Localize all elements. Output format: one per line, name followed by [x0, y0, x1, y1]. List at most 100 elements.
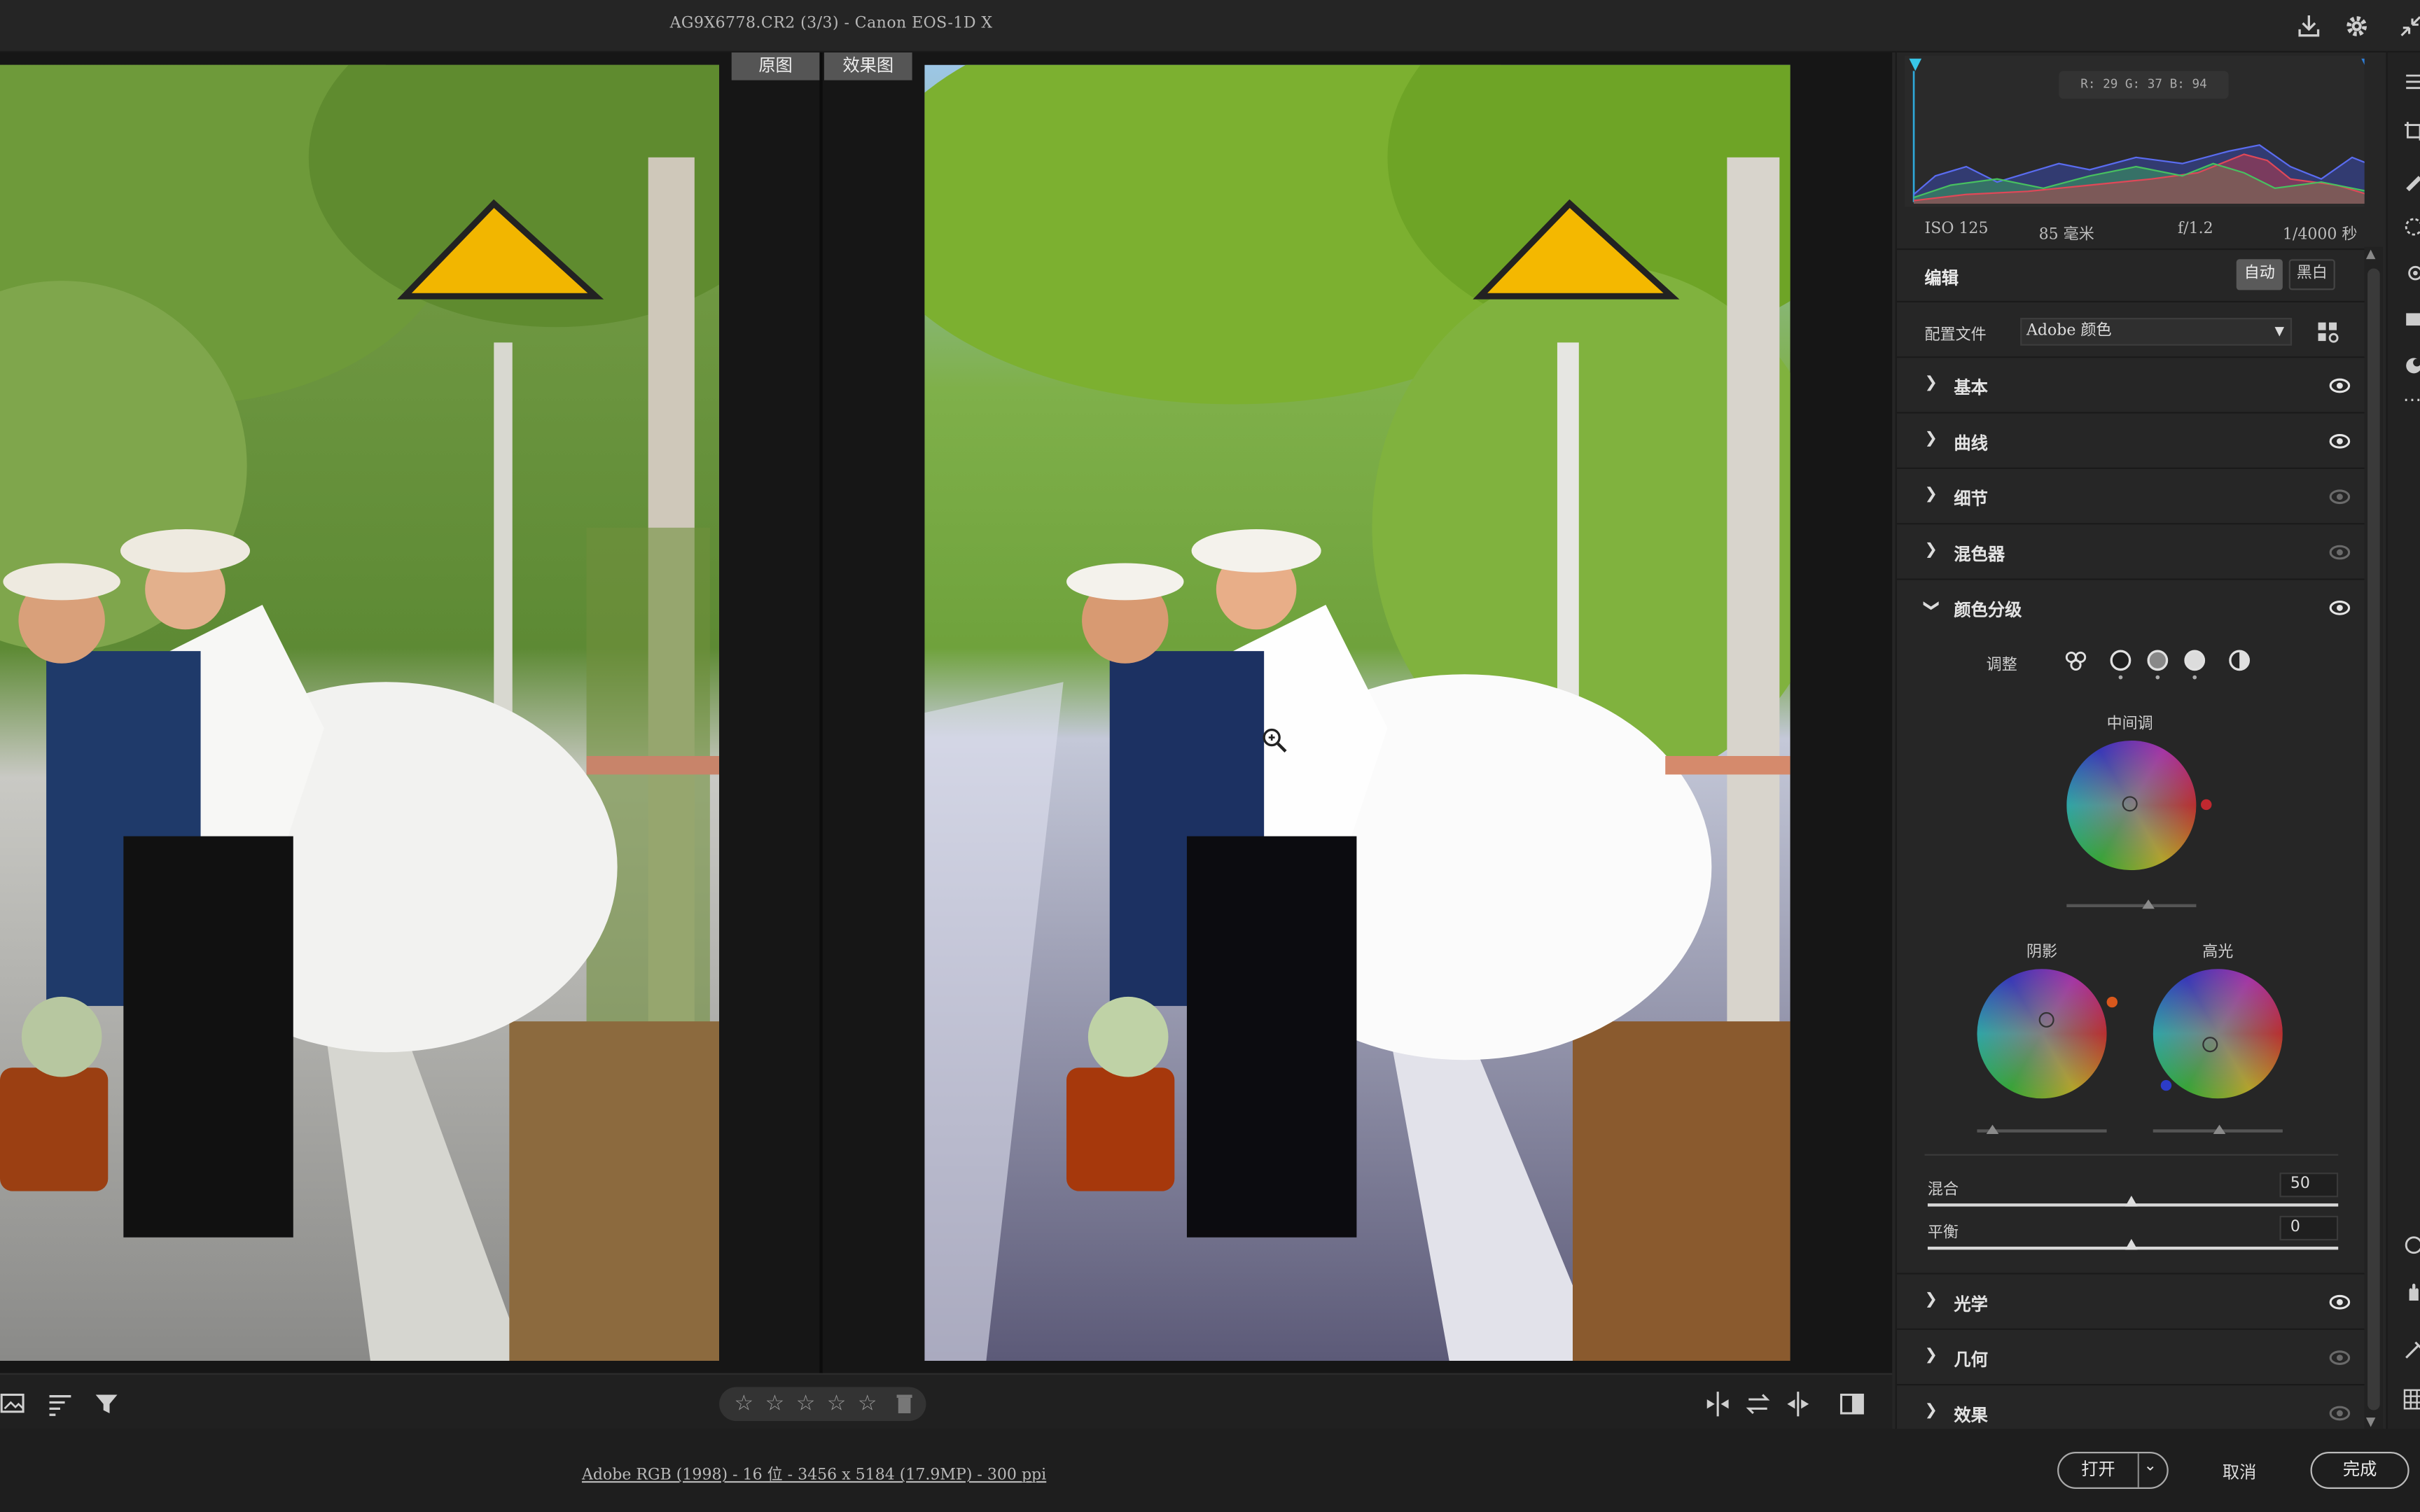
scroll-up-icon[interactable]: ▲	[2366, 247, 2376, 261]
shutter-value: 1/4000 秒	[2282, 227, 2358, 244]
shadows-mode-icon[interactable]	[2108, 650, 2133, 680]
three-way-icon[interactable]	[2064, 650, 2088, 680]
shadows-luminance-thumb[interactable]	[1986, 1124, 1999, 1135]
eye-icon[interactable]	[2329, 1348, 2351, 1366]
presets-icon[interactable]	[2403, 355, 2420, 377]
profile-select[interactable]: Adobe 颜色 ▼	[2020, 318, 2293, 346]
section-curve-label: 曲线	[1954, 433, 1988, 454]
eye-icon[interactable]	[2329, 598, 2351, 617]
shadows-color-wheel[interactable]	[1977, 969, 2107, 1099]
collapse-icon[interactable]	[2395, 10, 2420, 41]
grid-icon[interactable]	[2403, 1389, 2420, 1410]
section-geometry[interactable]: ❯ 几何	[1896, 1329, 2365, 1386]
scroll-down-icon[interactable]: ▼	[2366, 1415, 2376, 1429]
midtones-color-wheel[interactable]	[2066, 740, 2197, 871]
rating-star-4[interactable]: ☆	[824, 1392, 849, 1416]
shadows-hue-handle[interactable]	[2106, 996, 2118, 1008]
zoom-icon[interactable]	[2403, 1234, 2420, 1256]
crop-icon[interactable]	[2403, 120, 2420, 142]
rating-star-2[interactable]: ☆	[763, 1392, 787, 1416]
red-eye-icon[interactable]	[2403, 262, 2420, 284]
eye-icon[interactable]	[2329, 543, 2351, 561]
workflow-options-link[interactable]: Adobe RGB (1998) - 16 位 - 3456 x 5184 (1…	[582, 1461, 1046, 1484]
trash-icon[interactable]	[892, 1392, 917, 1416]
divider	[1924, 1154, 2339, 1156]
filter-icon[interactable]	[92, 1390, 120, 1418]
midtones-luminance-slider[interactable]	[2066, 904, 2197, 908]
shadows-wheel-knob[interactable]	[2038, 1011, 2054, 1028]
midtones-wheel-knob[interactable]	[2122, 796, 2138, 812]
chevron-right-icon: ❯	[1924, 541, 1938, 559]
toggle-preview-icon[interactable]	[1838, 1390, 1866, 1418]
section-optics[interactable]: ❯ 光学	[1896, 1274, 2365, 1330]
blending-value-field[interactable]: 50	[2279, 1172, 2339, 1198]
panel-scrollbar[interactable]: ▲ ▼	[2364, 246, 2384, 1429]
cancel-button[interactable]: 取消	[2223, 1460, 2256, 1484]
open-button-label[interactable]: 打开	[2059, 1453, 2139, 1488]
open-button[interactable]: 打开 ⌄	[2057, 1452, 2169, 1489]
midtones-label: 中间调	[2106, 715, 2153, 733]
eye-icon[interactable]	[2329, 487, 2351, 505]
highlights-color-wheel[interactable]	[2153, 969, 2283, 1099]
highlights-mode-icon[interactable]	[2183, 650, 2207, 680]
section-detail-label: 细节	[1954, 489, 1988, 510]
highlights-wheel-knob[interactable]	[2202, 1037, 2218, 1053]
camera-raw-window: AG9X6778.CR2 (3/3) - Canon EOS-1D X 原图 效…	[0, 0, 2420, 1512]
highlight-clipping-icon[interactable]	[2361, 58, 2365, 71]
tab-after[interactable]: 效果图	[823, 52, 912, 80]
filmstrip-icon[interactable]	[0, 1390, 28, 1418]
eye-icon[interactable]	[2329, 432, 2351, 450]
midtones-luminance-thumb[interactable]	[2142, 899, 2155, 909]
eye-icon[interactable]	[2329, 377, 2351, 395]
more-icon[interactable]: ⋯	[2403, 388, 2420, 410]
section-color-grading[interactable]: ❯ 颜色分级	[1896, 580, 2365, 636]
midtones-hue-handle[interactable]	[2201, 799, 2212, 811]
midtones-mode-icon[interactable]	[2146, 650, 2170, 680]
section-mixer-label: 混色器	[1954, 545, 2005, 565]
chevron-down-icon[interactable]: ⌄	[2143, 1458, 2156, 1475]
download-icon[interactable]	[2293, 10, 2324, 41]
section-optics-label: 光学	[1954, 1294, 1988, 1315]
before-after-view-icon[interactable]	[1704, 1390, 1732, 1418]
edit-sliders-icon[interactable]	[2403, 71, 2420, 92]
sort-icon[interactable]	[46, 1390, 74, 1418]
done-button[interactable]: 完成	[2310, 1452, 2409, 1489]
healing-icon[interactable]	[2403, 169, 2420, 192]
bottom-toolbar: ☆ ☆ ☆ ☆ ☆	[0, 1373, 1893, 1429]
blending-label: 混合	[1927, 1182, 1959, 1199]
section-curve[interactable]: ❯ 曲线	[1896, 413, 2365, 470]
black-white-button[interactable]: 黑白	[2288, 259, 2335, 290]
status-bar: Adobe RGB (1998) - 16 位 - 3456 x 5184 (1…	[0, 1428, 2420, 1512]
section-detail[interactable]: ❯ 细节	[1896, 469, 2365, 525]
before-image[interactable]	[0, 64, 720, 1362]
hand-icon[interactable]	[2403, 1280, 2420, 1302]
global-mode-icon[interactable]	[2227, 650, 2252, 680]
scrollbar-thumb[interactable]	[2367, 268, 2380, 1410]
balance-slider-thumb[interactable]	[2125, 1238, 2138, 1250]
swap-icon[interactable]	[1744, 1390, 1772, 1418]
mask-icon[interactable]	[2403, 216, 2420, 238]
auto-button[interactable]: 自动	[2236, 259, 2283, 290]
profile-browser-icon[interactable]	[2316, 319, 2341, 344]
eye-icon[interactable]	[2329, 1293, 2351, 1311]
highlights-luminance-thumb[interactable]	[2213, 1124, 2226, 1135]
section-effects[interactable]: ❯ 效果	[1896, 1385, 2365, 1429]
after-image[interactable]	[924, 64, 1790, 1362]
split-divider[interactable]	[819, 52, 823, 1373]
eye-icon[interactable]	[2329, 1404, 2351, 1422]
sampler-icon[interactable]	[2403, 1339, 2420, 1361]
section-mixer[interactable]: ❯ 混色器	[1896, 524, 2365, 580]
gear-icon[interactable]	[2342, 10, 2372, 41]
tab-before[interactable]: 原图	[731, 52, 820, 80]
rating-star-5[interactable]: ☆	[855, 1392, 879, 1416]
color-grading-panel: 调整 中间调 阴影 高光 混合 50 平衡 0	[1896, 636, 2365, 1275]
section-basic[interactable]: ❯ 基本	[1896, 358, 2365, 414]
copy-settings-icon[interactable]	[1784, 1390, 1812, 1418]
rating-star-3[interactable]: ☆	[793, 1392, 818, 1416]
rating-star-1[interactable]: ☆	[732, 1392, 756, 1416]
balance-value-field[interactable]: 0	[2279, 1215, 2339, 1241]
shadow-clipping-icon[interactable]	[1909, 58, 1922, 71]
snapshot-icon[interactable]	[2403, 309, 2420, 330]
blending-slider-thumb[interactable]	[2125, 1196, 2138, 1207]
highlights-hue-handle[interactable]	[2160, 1079, 2172, 1091]
